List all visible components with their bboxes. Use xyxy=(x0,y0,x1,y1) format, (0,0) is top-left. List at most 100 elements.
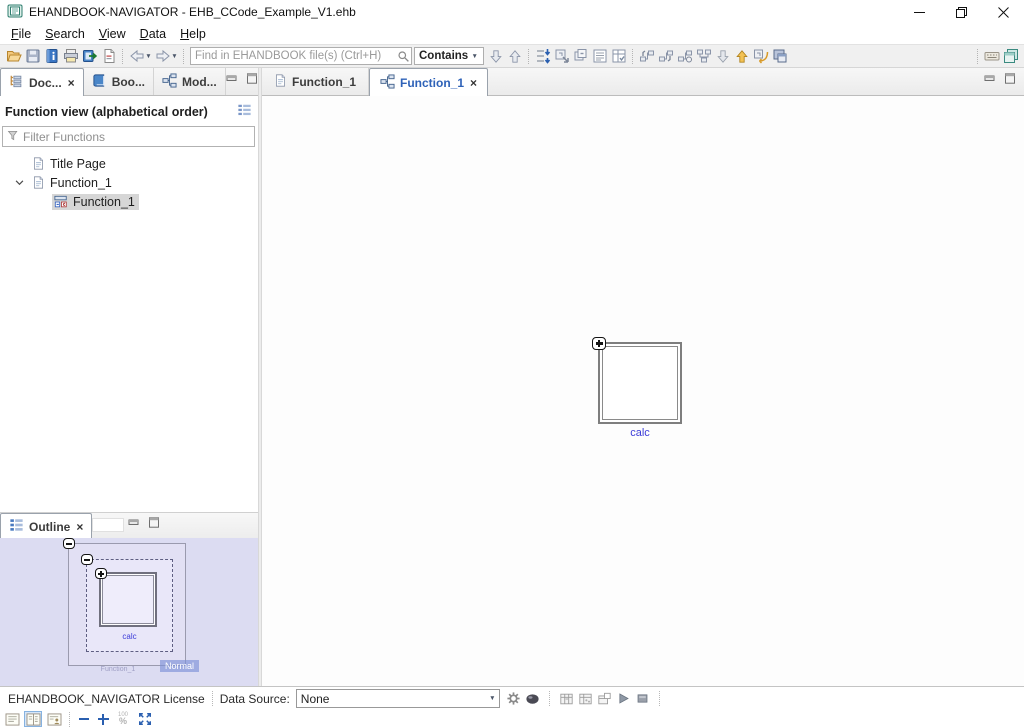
collapse-page-badge-icon[interactable] xyxy=(63,538,75,549)
tab-models[interactable]: Mod... xyxy=(154,68,226,95)
collapse-function-badge-icon[interactable] xyxy=(81,554,93,565)
restore-window-button[interactable] xyxy=(940,0,982,24)
print-icon[interactable] xyxy=(61,46,80,66)
menubar: File Search View Data Help xyxy=(0,24,1024,44)
editor-area: Function_1 Function_1 × calc xyxy=(262,68,1024,686)
collapse-module-icon[interactable] xyxy=(552,46,571,66)
expand-calc-block-badge-icon[interactable] xyxy=(592,337,606,350)
find-input[interactable] xyxy=(191,49,395,63)
play-icon[interactable] xyxy=(614,689,633,709)
table-view-icon[interactable] xyxy=(609,46,628,66)
model-diagram-icon xyxy=(380,74,395,92)
close-tab-function-1-icon[interactable]: × xyxy=(469,76,477,90)
app-icon xyxy=(7,3,23,22)
tree-item-function-1-diagram[interactable]: Function_1 xyxy=(0,192,258,211)
filter-icon xyxy=(7,129,19,145)
previous-function-icon[interactable] xyxy=(637,46,656,66)
tab-books[interactable]: Boo... xyxy=(84,68,154,95)
maximize-editor-icon[interactable] xyxy=(1004,73,1016,87)
zoom-out-icon[interactable] xyxy=(76,711,92,727)
tab-outline[interactable]: Outline × xyxy=(0,513,92,539)
tree-selection[interactable]: Function_1 xyxy=(52,194,139,210)
nav-forward-history-icon[interactable]: ▼ xyxy=(170,53,179,60)
function-diagram-icon xyxy=(54,195,68,209)
menu-search[interactable]: Search xyxy=(38,25,92,43)
match-mode-dropdown[interactable]: Contains ▼ xyxy=(414,47,484,65)
next-function-icon[interactable] xyxy=(656,46,675,66)
zoom-in-icon[interactable] xyxy=(95,711,111,727)
expand-calc-badge-icon[interactable] xyxy=(95,568,107,579)
calibration-map-icon[interactable] xyxy=(576,689,595,709)
match-mode-label: Contains xyxy=(419,50,468,62)
model-diagram-icon xyxy=(162,73,177,91)
tree-item-title-page[interactable]: Title Page xyxy=(0,154,258,173)
outline-calc-block[interactable] xyxy=(99,572,157,627)
keyboard-shortcuts-icon[interactable] xyxy=(982,46,1001,66)
tab-function-1-text[interactable]: Function_1 xyxy=(262,68,369,95)
editor-tab-row: Function_1 Function_1 × xyxy=(262,68,1024,96)
function-hierarchy-icon[interactable] xyxy=(694,46,713,66)
close-tab-outline-icon[interactable]: × xyxy=(75,520,83,534)
split-view-icon[interactable] xyxy=(24,711,42,727)
function-history-icon[interactable] xyxy=(675,46,694,66)
maximize-panel-icon[interactable] xyxy=(246,73,258,87)
outline-function-boundary[interactable]: calc xyxy=(86,559,173,652)
outline-tab-row: Outline × xyxy=(0,512,258,538)
close-window-button[interactable] xyxy=(982,0,1024,24)
export-pdf-icon[interactable] xyxy=(99,46,118,66)
calibration-table-icon[interactable] xyxy=(557,689,576,709)
data-source-dropdown[interactable]: None ▼ xyxy=(296,689,500,708)
menu-help[interactable]: Help xyxy=(173,25,213,43)
tab-function-1-diagram[interactable]: Function_1 × xyxy=(369,68,488,96)
open-file-icon[interactable] xyxy=(4,46,23,66)
open-in-window-icon[interactable] xyxy=(770,46,789,66)
close-tab-documents-icon[interactable]: × xyxy=(67,76,75,90)
calc-block-label[interactable]: calc xyxy=(598,427,682,439)
single-page-view-icon[interactable] xyxy=(3,711,21,727)
tab-function-1-text-label: Function_1 xyxy=(292,75,356,89)
filter-functions-input[interactable] xyxy=(23,130,254,144)
tab-models-label: Mod... xyxy=(182,75,217,89)
step-up-icon[interactable] xyxy=(732,46,751,66)
zoom-100-percent-icon[interactable]: 100 % xyxy=(114,713,132,725)
data-source-settings-gear-icon[interactable] xyxy=(504,689,523,709)
outline-thumbnail-area[interactable]: calc Function_1 Normal xyxy=(0,538,258,686)
calibration-window-icon[interactable] xyxy=(595,689,614,709)
tree-item-function-1-label: Function_1 xyxy=(50,176,112,190)
filter-functions-box xyxy=(2,126,255,147)
toolbar-drag-handle[interactable] xyxy=(659,691,660,706)
minimize-outline-icon[interactable] xyxy=(128,517,140,531)
outline-icon xyxy=(9,518,24,535)
save-icon[interactable] xyxy=(23,46,42,66)
page-with-author-view-icon[interactable] xyxy=(45,711,63,727)
open-perspective-icon[interactable] xyxy=(1001,46,1020,66)
fit-to-view-icon[interactable] xyxy=(135,709,154,728)
expand-all-icon[interactable] xyxy=(533,46,552,66)
go-to-next-hit-icon[interactable] xyxy=(486,46,505,66)
step-down-icon[interactable] xyxy=(713,46,732,66)
tab-documents[interactable]: Doc... × xyxy=(0,68,84,96)
menu-view[interactable]: View xyxy=(92,25,133,43)
tree-expander-icon[interactable] xyxy=(6,180,32,186)
go-to-previous-hit-icon[interactable] xyxy=(505,46,524,66)
view-menu-icon[interactable] xyxy=(237,103,252,120)
nav-back-history-icon[interactable]: ▼ xyxy=(144,53,153,60)
export-ebook-icon[interactable] xyxy=(80,46,99,66)
stop-icon[interactable] xyxy=(633,689,652,709)
go-to-calibration-icon[interactable] xyxy=(751,46,770,66)
maximize-outline-icon[interactable] xyxy=(148,517,160,531)
ebook-info-icon[interactable] xyxy=(42,46,61,66)
function-diagram-canvas[interactable]: calc xyxy=(262,96,1024,686)
menu-file[interactable]: File xyxy=(4,25,38,43)
minimize-window-button[interactable] xyxy=(898,0,940,24)
search-magnifier-icon[interactable] xyxy=(395,46,411,66)
collapse-all-icon[interactable] xyxy=(571,46,590,66)
tree-item-function-1[interactable]: Function_1 xyxy=(0,173,258,192)
minimize-panel-icon[interactable] xyxy=(226,73,238,87)
data-lens-icon[interactable] xyxy=(523,689,542,709)
calc-block[interactable] xyxy=(598,342,682,424)
outline-page-thumbnail[interactable]: calc xyxy=(68,543,186,666)
minimize-editor-icon[interactable] xyxy=(984,73,996,87)
menu-data[interactable]: Data xyxy=(133,25,173,43)
text-view-icon[interactable] xyxy=(590,46,609,66)
